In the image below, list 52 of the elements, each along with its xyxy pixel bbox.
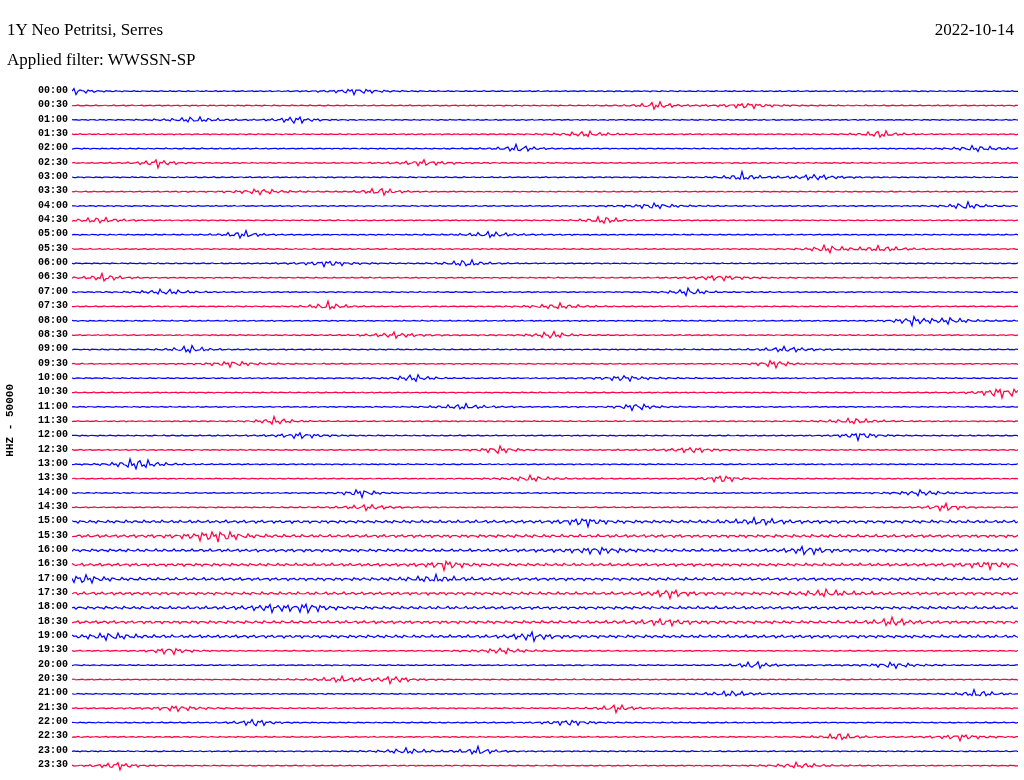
time-label: 18:00 [38, 600, 68, 615]
time-label: 07:30 [38, 299, 68, 314]
time-label: 19:30 [38, 643, 68, 658]
channel-label: HHZ - 50000 [4, 384, 16, 457]
time-label: 03:00 [38, 170, 68, 185]
time-label: 01:30 [38, 127, 68, 142]
time-label: 21:00 [38, 686, 68, 701]
time-label: 13:00 [38, 456, 68, 471]
time-label: 05:00 [38, 227, 68, 242]
time-label: 07:00 [38, 284, 68, 299]
time-label: 14:00 [38, 485, 68, 500]
time-label: 13:30 [38, 471, 68, 486]
time-label: 00:30 [38, 98, 68, 113]
time-label: 17:00 [38, 571, 68, 586]
time-label: 16:30 [38, 557, 68, 572]
time-label: 00:00 [38, 84, 68, 98]
time-label: 08:00 [38, 313, 68, 328]
date-label: 2022-10-14 [934, 20, 1014, 41]
time-label: 10:30 [38, 385, 68, 400]
time-label: 06:00 [38, 256, 68, 271]
time-label: 23:30 [38, 758, 68, 773]
time-label: 18:30 [38, 614, 68, 629]
time-label: 17:30 [38, 586, 68, 601]
time-label: 10:00 [38, 370, 68, 385]
station-title: 1Y Neo Petritsi, Serres [7, 20, 164, 41]
time-label: 09:00 [38, 342, 68, 357]
time-label: 11:00 [38, 399, 68, 414]
time-label: 22:00 [38, 715, 68, 730]
time-label: 16:00 [38, 543, 68, 557]
time-label: 19:00 [38, 629, 68, 644]
time-label: 09:30 [38, 356, 68, 371]
time-label: 22:30 [38, 729, 68, 744]
time-label: 15:00 [38, 514, 68, 529]
time-label: 06:30 [38, 270, 68, 285]
time-label: 20:00 [38, 657, 68, 672]
time-label: 12:30 [38, 442, 68, 457]
time-label: 01:00 [38, 112, 68, 127]
time-label: 23:00 [38, 743, 68, 758]
time-label: 15:30 [38, 528, 68, 543]
time-label: 04:30 [38, 213, 68, 228]
time-label: 02:30 [38, 155, 68, 170]
time-label: 08:30 [38, 327, 68, 342]
time-label: 03:30 [38, 184, 68, 199]
time-label: 12:00 [38, 428, 68, 443]
time-label: 20:30 [38, 672, 68, 687]
filter-label: Applied filter: WWSSN-SP [6, 49, 197, 71]
time-label: 21:30 [38, 700, 68, 715]
time-label: 05:30 [38, 241, 68, 256]
time-label: 11:30 [38, 413, 68, 428]
time-label: 14:30 [38, 499, 68, 514]
time-label: 02:00 [38, 141, 68, 156]
time-label: 04:00 [38, 198, 68, 213]
